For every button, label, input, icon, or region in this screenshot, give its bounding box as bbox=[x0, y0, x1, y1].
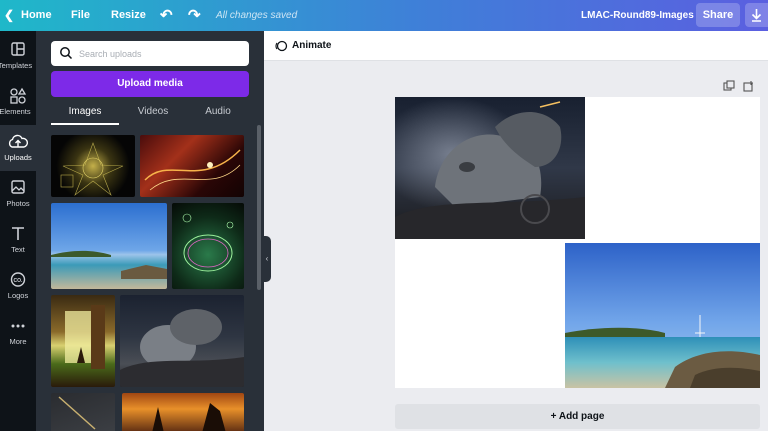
svg-text:CO.: CO. bbox=[14, 278, 24, 284]
cloud-upload-icon bbox=[8, 134, 29, 148]
rail-item-logos[interactable]: CO. Logos bbox=[0, 263, 36, 309]
upload-thumbnail-bubble[interactable] bbox=[172, 203, 244, 289]
rail-item-uploads[interactable]: Uploads bbox=[0, 125, 36, 171]
page-artwork bbox=[395, 97, 760, 388]
uploads-grid bbox=[36, 135, 264, 431]
doorway-image bbox=[65, 305, 105, 369]
templates-icon bbox=[11, 42, 25, 56]
file-menu[interactable]: File bbox=[71, 0, 90, 31]
bubble-image bbox=[182, 213, 234, 272]
elements-icon bbox=[10, 87, 27, 104]
resize-button[interactable]: Resize bbox=[111, 0, 146, 31]
animate-button[interactable]: Animate bbox=[292, 40, 331, 51]
upload-thumbnail-swirl[interactable] bbox=[140, 135, 244, 197]
upload-thumbnail-sunset-rider[interactable] bbox=[122, 393, 244, 431]
upload-thumbnail-fractal[interactable] bbox=[51, 135, 135, 197]
rail-label: Text bbox=[11, 245, 25, 254]
tab-audio[interactable]: Audio bbox=[187, 103, 249, 125]
design-title[interactable]: LMAC-Round89-Images bbox=[581, 0, 694, 31]
text-icon bbox=[12, 227, 24, 240]
panel-scrollbar[interactable] bbox=[257, 125, 261, 290]
media-tabs: Images Videos Audio bbox=[51, 103, 249, 125]
rail-label: Photos bbox=[6, 199, 30, 208]
design-page[interactable] bbox=[395, 97, 760, 388]
download-button[interactable] bbox=[745, 3, 768, 27]
save-status: All changes saved bbox=[216, 10, 298, 21]
fractal-art-image bbox=[60, 142, 124, 196]
light-swirl-image bbox=[144, 149, 241, 191]
upload-thumbnail-doorway[interactable] bbox=[51, 295, 115, 387]
uploads-panel: Upload media Images Videos Audio bbox=[36, 31, 264, 431]
giant-face-image bbox=[120, 309, 244, 387]
chevron-left-icon[interactable]: ❮ bbox=[4, 0, 14, 31]
side-rail: Templates Elements Uploads Photos Text C… bbox=[0, 31, 36, 431]
logo-icon: CO. bbox=[10, 272, 26, 287]
top-bar: ❮ Home File Resize ↶ ↷ All changes saved… bbox=[0, 0, 768, 31]
add-page-icon[interactable] bbox=[743, 80, 755, 92]
rail-item-templates[interactable]: Templates bbox=[0, 33, 36, 79]
photo-icon bbox=[11, 180, 25, 194]
search-box[interactable] bbox=[51, 41, 249, 66]
more-icon bbox=[11, 324, 25, 328]
rail-label: Logos bbox=[7, 291, 29, 300]
add-page-button[interactable]: + Add page bbox=[395, 404, 760, 429]
duplicate-page-icon[interactable] bbox=[723, 80, 735, 92]
wand-image bbox=[58, 396, 96, 430]
rail-label: Uploads bbox=[4, 153, 32, 162]
rail-item-elements[interactable]: Elements bbox=[0, 79, 36, 125]
beach-image bbox=[51, 250, 167, 279]
upload-thumbnail-giant-face[interactable] bbox=[120, 295, 244, 387]
giant-face-photo[interactable] bbox=[395, 97, 585, 239]
home-button[interactable]: Home bbox=[21, 0, 52, 31]
rail-item-photos[interactable]: Photos bbox=[0, 171, 36, 217]
rail-label: Templates bbox=[0, 61, 33, 70]
undo-icon[interactable]: ↶ bbox=[160, 0, 173, 31]
search-input[interactable] bbox=[79, 45, 239, 62]
upload-thumbnail-beach[interactable] bbox=[51, 203, 167, 289]
download-icon bbox=[751, 9, 762, 22]
animate-toolbar: Animate bbox=[264, 31, 768, 61]
upload-thumbnail-wand[interactable] bbox=[51, 393, 115, 431]
rail-item-more[interactable]: More bbox=[0, 309, 36, 355]
tab-videos[interactable]: Videos bbox=[119, 103, 187, 125]
search-icon bbox=[60, 47, 73, 60]
beach-photo[interactable] bbox=[565, 243, 760, 388]
rail-label: More bbox=[9, 337, 27, 346]
tab-images[interactable]: Images bbox=[51, 103, 119, 125]
rail-item-text[interactable]: Text bbox=[0, 217, 36, 263]
collapse-panel-handle[interactable]: ‹ bbox=[263, 236, 271, 282]
rail-label: Elements bbox=[0, 107, 31, 116]
redo-icon[interactable]: ↷ bbox=[188, 0, 201, 31]
share-button[interactable]: Share bbox=[696, 3, 740, 27]
animate-icon[interactable] bbox=[274, 39, 288, 53]
upload-media-button[interactable]: Upload media bbox=[51, 71, 249, 97]
sunset-rider-image bbox=[152, 403, 226, 431]
